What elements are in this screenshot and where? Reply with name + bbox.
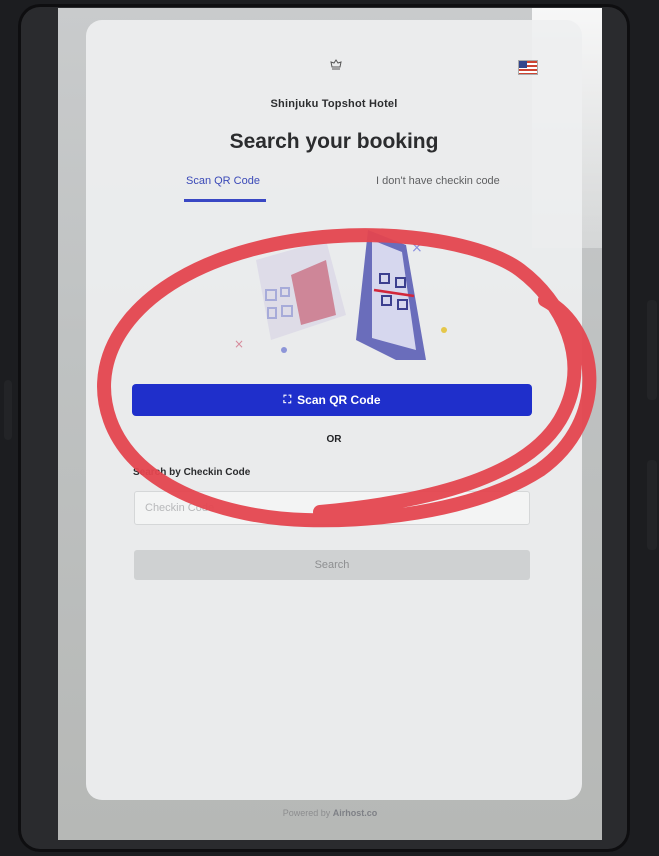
powered-by-label: Powered by — [282, 808, 331, 818]
booking-card: Shinjuku Topshot Hotel Search your booki… — [86, 20, 582, 800]
active-tab-indicator — [184, 199, 266, 202]
checkin-code-label: Search by Checkin Code — [133, 467, 251, 478]
search-button[interactable]: Search — [134, 550, 530, 580]
tablet-side-button — [4, 380, 12, 440]
qr-phone-illustration: × × — [234, 230, 447, 360]
tab-no-checkin-code[interactable]: I don't have checkin code — [376, 175, 500, 187]
checkin-code-input[interactable]: Checkin Code — [134, 491, 530, 525]
language-flag-icon[interactable] — [518, 60, 538, 75]
svg-text:×: × — [411, 240, 423, 256]
powered-by-brand[interactable]: Airhost.co — [333, 808, 378, 818]
page-title: Search your booking — [229, 130, 439, 153]
tablet-screen: Shinjuku Topshot Hotel Search your booki… — [58, 8, 602, 840]
scan-qr-code-button-label: Scan QR Code — [297, 393, 381, 407]
svg-text:×: × — [234, 337, 244, 351]
scan-qr-code-button[interactable]: ⛶ Scan QR Code — [132, 384, 532, 416]
or-divider: OR — [326, 434, 342, 445]
hotel-logo-icon — [326, 58, 346, 80]
tablet-side-button — [647, 300, 657, 400]
powered-by-footer: Powered by Airhost.co — [58, 808, 602, 818]
hotel-name: Shinjuku Topshot Hotel — [270, 98, 398, 110]
tablet-side-button — [647, 460, 657, 550]
tab-scan-qr-code[interactable]: Scan QR Code — [186, 175, 260, 187]
qr-scan-icon: ⛶ — [283, 393, 292, 406]
